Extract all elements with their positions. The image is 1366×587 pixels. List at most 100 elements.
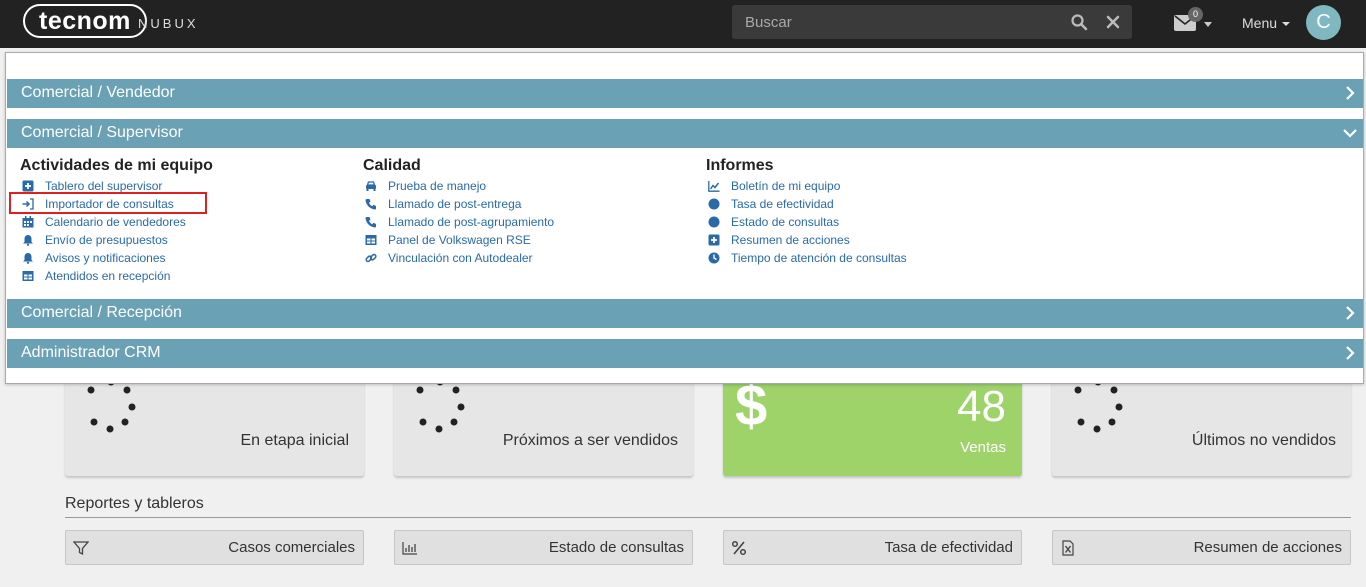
clear-icon[interactable] <box>1104 13 1122 31</box>
column-heading: Calidad <box>363 157 421 174</box>
caret-down-icon <box>1282 22 1291 27</box>
menu-column-team-activities: Actividades de mi equipo Tablero del sup… <box>20 156 213 285</box>
excel-file-icon <box>1062 540 1074 556</box>
user-avatar[interactable]: C <box>1306 5 1341 40</box>
menu-item-label: Boletín de mi equipo <box>731 179 841 193</box>
phone-icon <box>365 199 376 210</box>
report-button-label: Resumen de acciones <box>1193 539 1342 556</box>
search-icon[interactable] <box>1070 13 1088 31</box>
sales-count: 48 <box>957 382 1006 431</box>
table-icon <box>22 271 34 281</box>
car-icon <box>366 181 376 191</box>
divider <box>65 517 1351 518</box>
menu-item-post-grouping-call[interactable]: Llamado de post-agrupamiento <box>363 213 554 231</box>
chevron-right-icon <box>1346 346 1355 360</box>
menu-item-label: Atendidos en recepción <box>45 269 171 283</box>
menu-item-attention-time[interactable]: Tiempo de atención de consultas <box>706 249 907 267</box>
menu-item-label: Estado de consultas <box>731 215 840 229</box>
menu-item-label: Tasa de efectividad <box>731 197 834 211</box>
table-icon <box>365 235 377 245</box>
card-label: En etapa inicial <box>240 432 349 449</box>
stat-card-initial[interactable]: En etapa inicial <box>65 370 364 476</box>
menu-item-label: Llamado de post-agrupamiento <box>388 215 555 229</box>
menu-item-label: Prueba de manejo <box>388 179 487 193</box>
menu-item-team-bulletin[interactable]: Boletín de mi equipo <box>706 177 907 195</box>
bar-chart-icon <box>402 542 417 555</box>
accordion-comercial-supervisor[interactable]: Comercial / Supervisor <box>7 119 1363 148</box>
bell-icon <box>23 253 33 264</box>
report-button-query-status[interactable]: Estado de consultas <box>394 530 693 565</box>
messages-count-badge: 0 <box>1188 7 1203 22</box>
caret-down-icon <box>1204 22 1212 27</box>
circle-icon <box>708 216 720 228</box>
menu-item-effectiveness-rate[interactable]: Tasa de efectividad <box>706 195 907 213</box>
accordion-title: Comercial / Recepción <box>21 304 182 321</box>
menu-column-reports: Informes Boletín de mi equipo Tasa de ef… <box>706 156 907 267</box>
link-icon <box>365 253 377 263</box>
column-heading: Informes <box>706 157 774 174</box>
accordion-title: Comercial / Supervisor <box>21 124 183 141</box>
menu-label: Menu <box>1242 15 1278 31</box>
menu-item-label: Calendario de vendedores <box>45 215 186 229</box>
stat-card-not-sold[interactable]: Últimos no vendidos <box>1052 370 1351 476</box>
calendar-icon <box>22 216 34 228</box>
plus-square-icon <box>22 180 34 192</box>
accordion-comercial-recepcion[interactable]: Comercial / Recepción <box>7 299 1363 328</box>
menu-item-volkswagen-rse-panel[interactable]: Panel de Volkswagen RSE <box>363 231 554 249</box>
menu-item-label: Envío de presupuestos <box>45 233 168 247</box>
top-navbar: tecnom NUBUX 0 Menu C <box>0 0 1366 48</box>
logo-subtitle: NUBUX <box>138 16 199 31</box>
menu-item-label: Tablero del supervisor <box>45 179 163 193</box>
stat-card-sales[interactable]: $ 48 Ventas <box>723 370 1022 476</box>
report-button-actions-summary[interactable]: Resumen de acciones <box>1052 530 1351 565</box>
menu-item-sellers-calendar[interactable]: Calendario de vendedores <box>20 213 213 231</box>
messages-button[interactable]: 0 <box>1172 7 1214 34</box>
search-input[interactable] <box>732 5 1052 39</box>
menu-item-label: Llamado de post-entrega <box>388 197 522 211</box>
accordion-administrador-crm[interactable]: Administrador CRM <box>7 339 1363 368</box>
menu-item-query-status[interactable]: Estado de consultas <box>706 213 907 231</box>
loading-spinner-icon <box>416 378 465 433</box>
bell-icon <box>23 235 33 246</box>
clock-icon <box>708 252 720 264</box>
filter-icon <box>73 541 89 556</box>
plus-square-icon <box>708 234 720 246</box>
card-label: Próximos a ser vendidos <box>502 432 678 449</box>
report-button-effectiveness[interactable]: Tasa de efectividad <box>723 530 1022 565</box>
menu-column-quality: Calidad Prueba de manejo Llamado de post… <box>363 156 554 267</box>
menu-item-send-quotes[interactable]: Envío de presupuestos <box>20 231 213 249</box>
menu-item-notifications[interactable]: Avisos y notificaciones <box>20 249 213 267</box>
stat-card-upcoming[interactable]: Próximos a ser vendidos <box>394 370 693 476</box>
search-box <box>732 5 1132 39</box>
reports-section-title: Reportes y tableros <box>65 495 204 512</box>
menu-item-label: Vinculación con Autodealer <box>388 251 533 265</box>
highlight-box <box>9 192 207 214</box>
menu-item-label: Tiempo de atención de consultas <box>731 251 907 265</box>
main-menu-panel: Comercial / Vendedor Comercial / Supervi… <box>5 52 1364 384</box>
loading-spinner-icon <box>87 378 136 433</box>
menu-item-label: Resumen de acciones <box>731 233 850 247</box>
menu-item-label: Avisos y notificaciones <box>45 251 166 265</box>
menu-item-post-delivery-call[interactable]: Llamado de post-entrega <box>363 195 554 213</box>
accordion-comercial-vendedor[interactable]: Comercial / Vendedor <box>7 79 1363 108</box>
accordion-title: Comercial / Vendedor <box>21 84 175 101</box>
report-button-commercial-cases[interactable]: Casos comerciales <box>65 530 364 565</box>
menu-dropdown-button[interactable]: Menu <box>1242 15 1291 31</box>
menu-item-actions-summary[interactable]: Resumen de acciones <box>706 231 907 249</box>
report-button-label: Tasa de efectividad <box>884 539 1013 556</box>
column-heading: Actividades de mi equipo <box>20 157 213 174</box>
phone-icon <box>365 217 376 228</box>
menu-item-test-drive[interactable]: Prueba de manejo <box>363 177 554 195</box>
report-button-label: Casos comerciales <box>228 539 355 556</box>
menu-item-autodealer-link[interactable]: Vinculación con Autodealer <box>363 249 554 267</box>
card-label: Últimos no vendidos <box>1191 432 1336 449</box>
menu-item-label: Panel de Volkswagen RSE <box>388 233 531 247</box>
loading-spinner-icon <box>1074 378 1123 433</box>
menu-item-reception-attended[interactable]: Atendidos en recepción <box>20 267 213 285</box>
percent-icon <box>731 540 747 556</box>
tecnom-logo[interactable]: tecnom <box>23 4 147 38</box>
chevron-right-icon <box>1346 306 1355 320</box>
report-button-label: Estado de consultas <box>548 539 684 556</box>
chevron-down-icon <box>1343 129 1357 138</box>
chevron-right-icon <box>1346 86 1355 100</box>
